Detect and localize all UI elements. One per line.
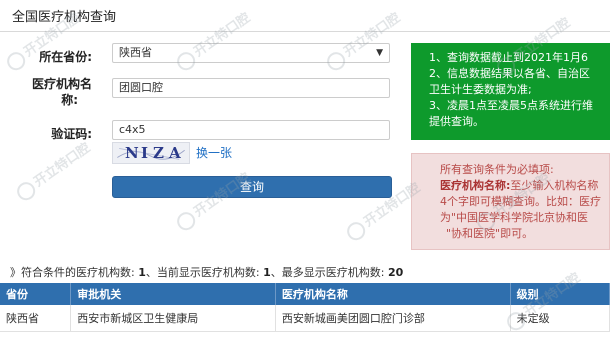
summary-prefix: 》符合条件的医疗机构数: bbox=[10, 266, 135, 279]
captcha-char: A bbox=[169, 144, 181, 162]
title-divider bbox=[0, 31, 610, 32]
table-row[interactable]: 陕西省 西安市新城区卫生健康局 西安新城画美团圆口腔门诊部 未定级 bbox=[0, 305, 610, 332]
notice-line: "协和医院"即可。 bbox=[446, 227, 534, 240]
refresh-captcha-link[interactable]: 换一张 bbox=[196, 144, 232, 161]
column-header-level: 级别 bbox=[510, 283, 610, 305]
captcha-image[interactable]: N I Z A bbox=[112, 142, 190, 164]
results-table: 省份 审批机关 医疗机构名称 级别 陕西省 西安市新城区卫生健康局 西安新城画美… bbox=[0, 283, 610, 332]
cell-approval-authority: 西安市新城区卫生健康局 bbox=[70, 305, 276, 332]
institution-name-input[interactable]: 团圆口腔 bbox=[112, 78, 390, 98]
dropdown-arrow-icon: ▼ bbox=[376, 48, 383, 58]
table-header-row: 省份 审批机关 医疗机构名称 级别 bbox=[0, 283, 610, 305]
watermark-logo: 开立特口腔 bbox=[322, 7, 404, 74]
summary-matched-count: 1 bbox=[138, 266, 146, 279]
column-header-approval-authority: 审批机关 bbox=[70, 283, 276, 305]
watermark-logo: 开立特口腔 bbox=[172, 7, 254, 74]
column-header-institution-name: 医疗机构名称 bbox=[275, 283, 511, 305]
info-line: 3、凌晨1点至凌晨5点系统进行维 bbox=[429, 99, 593, 112]
province-label: 所在省份: bbox=[39, 50, 92, 64]
captcha-input[interactable]: c4x5 bbox=[112, 120, 390, 140]
notice-line: 医疗机构名称:至少输入机构名称 bbox=[440, 178, 609, 194]
cell-institution-name: 西安新城画美团圆口腔门诊部 bbox=[275, 305, 511, 332]
page-title: 全国医疗机构查询 bbox=[12, 10, 117, 25]
summary-sep: 、当前显示医疗机构数: bbox=[145, 266, 260, 279]
province-select-value: 陕西省 bbox=[119, 46, 152, 59]
notice-line: 所有查询条件为必填项: bbox=[440, 163, 554, 176]
summary-shown-count: 1 bbox=[263, 266, 271, 279]
captcha-char: I bbox=[141, 144, 149, 162]
watermark-logo: 开立特口腔 bbox=[12, 137, 94, 204]
institution-label-line2: 称: bbox=[61, 93, 78, 107]
info-panel: 1、查询数据截止到2021年1月6 2、信息数据结果以各省、自治区 卫生计生委数… bbox=[411, 43, 610, 140]
info-line: 提供查询。 bbox=[429, 115, 484, 128]
notice-text: 至少输入机构名称 bbox=[510, 179, 599, 192]
captcha-label: 验证码: bbox=[51, 127, 92, 141]
info-line: 卫生计生委数据为准; bbox=[429, 83, 532, 96]
cell-province: 陕西省 bbox=[0, 305, 72, 332]
notice-line: 4个字即可模糊查询。比如：医疗 bbox=[440, 195, 601, 208]
cell-level: 未定级 bbox=[510, 305, 610, 332]
notice-bold: 医疗机构名称: bbox=[440, 179, 511, 192]
info-line: 1、查询数据截止到2021年1月6 bbox=[429, 51, 588, 64]
result-summary: 》符合条件的医疗机构数: 1、当前显示医疗机构数: 1、最多显示医疗机构数: 2… bbox=[10, 264, 403, 280]
column-header-province: 省份 bbox=[0, 283, 72, 305]
captcha-char: N bbox=[125, 144, 139, 162]
summary-sep: 、最多显示医疗机构数: bbox=[270, 266, 385, 279]
summary-max-count: 20 bbox=[387, 266, 404, 279]
province-select[interactable]: 陕西省 ▼ bbox=[112, 43, 390, 63]
notice-line: 为"中国医学科学院北京协和医 bbox=[440, 211, 589, 224]
institution-label-line1: 医疗机构名 bbox=[31, 77, 92, 91]
captcha-char: Z bbox=[153, 144, 164, 162]
notice-panel: 所有查询条件为必填项: 医疗机构名称:至少输入机构名称 4个字即可模糊查询。比如… bbox=[411, 153, 610, 250]
query-button[interactable]: 查询 bbox=[112, 176, 392, 198]
institution-label: 医疗机构名 称: bbox=[14, 76, 92, 108]
info-line: 2、信息数据结果以各省、自治区 bbox=[429, 67, 590, 80]
